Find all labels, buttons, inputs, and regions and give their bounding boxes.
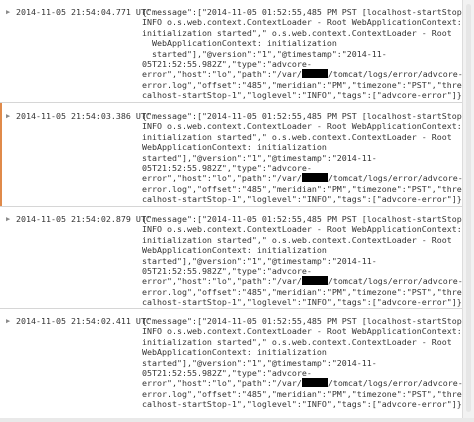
- log-timestamp: 2014-11-05 21:54:02.879 UTC: [16, 214, 151, 224]
- log-timestamp: 2014-11-05 21:54:02.411 UTC: [16, 316, 151, 326]
- log-row[interactable]: ▶ 2014-11-05 21:54:02.411 UTC {"message"…: [0, 309, 474, 419]
- redacted-block: [301, 173, 328, 183]
- row-selection-highlight: [0, 103, 2, 206]
- scrollbar-thumb[interactable]: [466, 4, 471, 412]
- log-message: {"message":["2014-11-05 01:52:55,485 PM …: [142, 7, 474, 101]
- log-timestamp: 2014-11-05 21:54:03.386 UTC: [16, 111, 151, 121]
- log-message: {"message":["2014-11-05 01:52:55,485 PM …: [142, 214, 474, 308]
- redacted-block: [301, 69, 328, 79]
- vertical-scrollbar[interactable]: [462, 0, 474, 422]
- log-row[interactable]: ▶ 2014-11-05 21:54:04.771 UTC {"message"…: [0, 0, 474, 103]
- log-list: ▶ 2014-11-05 21:54:04.771 UTC {"message"…: [0, 0, 474, 422]
- log-message: {"message":["2014-11-05 01:52:55,485 PM …: [142, 316, 474, 410]
- triangle-right-icon[interactable]: ▶: [6, 8, 10, 16]
- bottom-edge: [0, 418, 474, 422]
- triangle-right-icon[interactable]: ▶: [6, 112, 10, 120]
- redacted-block: [301, 378, 328, 388]
- log-message: {"message":["2014-11-05 01:52:55,485 PM …: [142, 111, 474, 205]
- log-row[interactable]: ▶ 2014-11-05 21:54:03.386 UTC {"message"…: [0, 103, 474, 207]
- redacted-block: [301, 276, 328, 286]
- triangle-right-icon[interactable]: ▶: [6, 215, 10, 223]
- log-timestamp: 2014-11-05 21:54:04.771 UTC: [16, 7, 151, 17]
- triangle-right-icon[interactable]: ▶: [6, 317, 10, 325]
- log-row[interactable]: ▶ 2014-11-05 21:54:02.879 UTC {"message"…: [0, 207, 474, 309]
- log-viewer: ▶ 2014-11-05 21:54:04.771 UTC {"message"…: [0, 0, 474, 422]
